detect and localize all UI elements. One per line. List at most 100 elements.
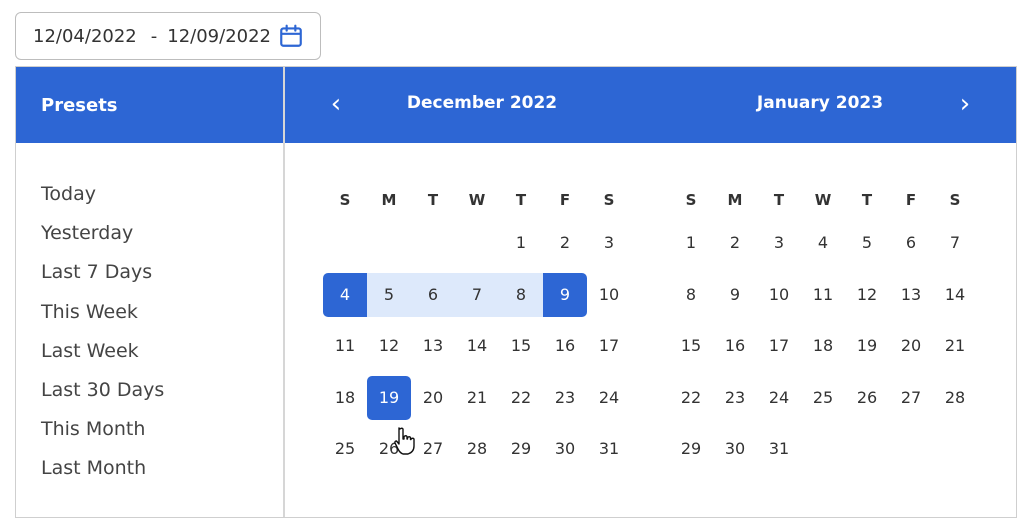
day-cell[interactable]: 4	[323, 272, 367, 317]
day-cell[interactable]: 5	[845, 221, 889, 265]
day-cell[interactable]: 17	[587, 324, 631, 368]
day-cell[interactable]: 2	[543, 221, 587, 265]
day-cell[interactable]: 18	[323, 376, 367, 420]
day-cell[interactable]: 2	[713, 221, 757, 265]
day-cell[interactable]: 11	[801, 273, 845, 317]
day-cell[interactable]: 14	[933, 273, 977, 317]
empty-day-cell	[933, 427, 977, 471]
day-cell[interactable]: 3	[757, 221, 801, 265]
day-cell[interactable]: 27	[889, 376, 933, 420]
weekday-label: F	[905, 191, 917, 209]
day-cell[interactable]: 25	[801, 376, 845, 420]
day-cell[interactable]: 8	[669, 273, 713, 317]
day-cell[interactable]: 24	[757, 376, 801, 420]
day-cell[interactable]: 6	[411, 272, 455, 317]
weekday-row: SMTWTFS	[323, 182, 633, 218]
empty-day-cell	[367, 221, 411, 265]
day-cell[interactable]: 21	[933, 324, 977, 368]
day-cell[interactable]: 30	[713, 427, 757, 471]
day-cell[interactable]: 29	[669, 427, 713, 471]
day-cell[interactable]: 31	[587, 427, 631, 471]
weekday-label: S	[339, 191, 351, 209]
day-cell[interactable]: 20	[411, 376, 455, 420]
date-range-picker: Presets Today Yesterday Last 7 Days This We…	[15, 66, 1017, 518]
date-range-input[interactable]: 12/04/2022 - 12/09/2022	[15, 12, 321, 60]
day-cell[interactable]: 9	[543, 272, 587, 317]
weekday-label: T	[773, 191, 785, 209]
empty-day-cell	[845, 427, 889, 471]
calendar-icon[interactable]	[278, 23, 304, 49]
day-cell[interactable]: 10	[587, 273, 631, 317]
day-cell[interactable]: 20	[889, 324, 933, 368]
preset-item[interactable]: Last Week	[16, 332, 283, 371]
preset-item[interactable]: This Month	[16, 410, 283, 449]
day-cell[interactable]: 16	[713, 324, 757, 368]
month-grid-january: S M T W T F S 1 2 3 4 5 6 7 8 9 10 11 12 13 14 15 16 17 18 19 20 21…	[669, 182, 979, 476]
empty-day-cell	[411, 221, 455, 265]
day-cell[interactable]: 16	[543, 324, 587, 368]
day-cell[interactable]: 23	[713, 376, 757, 420]
day-cell[interactable]: 14	[455, 324, 499, 368]
day-cell[interactable]: 28	[933, 376, 977, 420]
day-cell[interactable]: 7	[933, 221, 977, 265]
week-row: 8 9 10 11 12 13 14	[669, 270, 979, 322]
day-cell[interactable]: 13	[889, 273, 933, 317]
weekday-label: T	[861, 191, 873, 209]
day-cell[interactable]: 11	[323, 324, 367, 368]
day-cell[interactable]: 17	[757, 324, 801, 368]
day-cell[interactable]: 26	[845, 376, 889, 420]
day-cell[interactable]: 13	[411, 324, 455, 368]
day-cell[interactable]: 22	[669, 376, 713, 420]
preset-item[interactable]: Last 30 Days	[16, 371, 283, 410]
day-cell[interactable]: 28	[455, 427, 499, 471]
day-cell[interactable]: 8	[499, 272, 543, 317]
presets-panel: Presets Today Yesterday Last 7 Days This We…	[16, 67, 285, 517]
day-cell[interactable]: 31	[757, 427, 801, 471]
chevron-left-icon[interactable]: ‹	[321, 87, 351, 121]
day-cell[interactable]: 7	[455, 272, 499, 317]
preset-item[interactable]: Last 7 Days	[16, 253, 283, 292]
chevron-right-icon[interactable]: ›	[950, 87, 980, 121]
weekday-label: M	[727, 191, 743, 209]
day-cell[interactable]: 19	[367, 375, 411, 420]
day-cell[interactable]: 18	[801, 324, 845, 368]
weekday-label: W	[468, 191, 486, 209]
preset-item[interactable]: This Week	[16, 293, 283, 332]
day-cell[interactable]: 23	[543, 376, 587, 420]
date-separator: -	[150, 25, 158, 47]
day-cell[interactable]: 19	[845, 324, 889, 368]
day-cell[interactable]: 1	[499, 221, 543, 265]
day-cell[interactable]: 3	[587, 221, 631, 265]
weekday-label: W	[814, 191, 832, 209]
day-cell[interactable]: 30	[543, 427, 587, 471]
day-cell[interactable]: 12	[845, 273, 889, 317]
day-cell[interactable]: 5	[367, 272, 411, 317]
day-cell[interactable]: 15	[669, 324, 713, 368]
day-cell[interactable]: 15	[499, 324, 543, 368]
day-cell[interactable]: 12	[367, 324, 411, 368]
hand-cursor-icon	[394, 427, 415, 455]
day-cell[interactable]: 24	[587, 376, 631, 420]
weekday-label: T	[515, 191, 527, 209]
day-cell[interactable]: 9	[713, 273, 757, 317]
preset-item[interactable]: Yesterday	[16, 214, 283, 253]
week-row: 15 16 17 18 19 20 21	[669, 321, 979, 373]
preset-item[interactable]: Today	[16, 175, 283, 214]
week-row: 25 26 27 28 29 30 31	[323, 424, 633, 476]
preset-item[interactable]: Last Month	[16, 449, 283, 488]
day-cell[interactable]: 25	[323, 427, 367, 471]
day-cell[interactable]: 1	[669, 221, 713, 265]
day-cell[interactable]: 21	[455, 376, 499, 420]
day-cell[interactable]: 4	[801, 221, 845, 265]
weekday-row: SMTWTFS	[669, 182, 979, 218]
week-row: 11 12 13 14 15 16 17	[323, 321, 633, 373]
day-cell[interactable]: 6	[889, 221, 933, 265]
month-title-december: December 2022	[406, 93, 558, 113]
day-cell[interactable]: 22	[499, 376, 543, 420]
empty-day-cell	[801, 427, 845, 471]
day-cell[interactable]: 10	[757, 273, 801, 317]
day-cell[interactable]: 29	[499, 427, 543, 471]
weekday-label: F	[559, 191, 571, 209]
weekday-label: T	[427, 191, 439, 209]
day-cell[interactable]: 27	[411, 427, 455, 471]
